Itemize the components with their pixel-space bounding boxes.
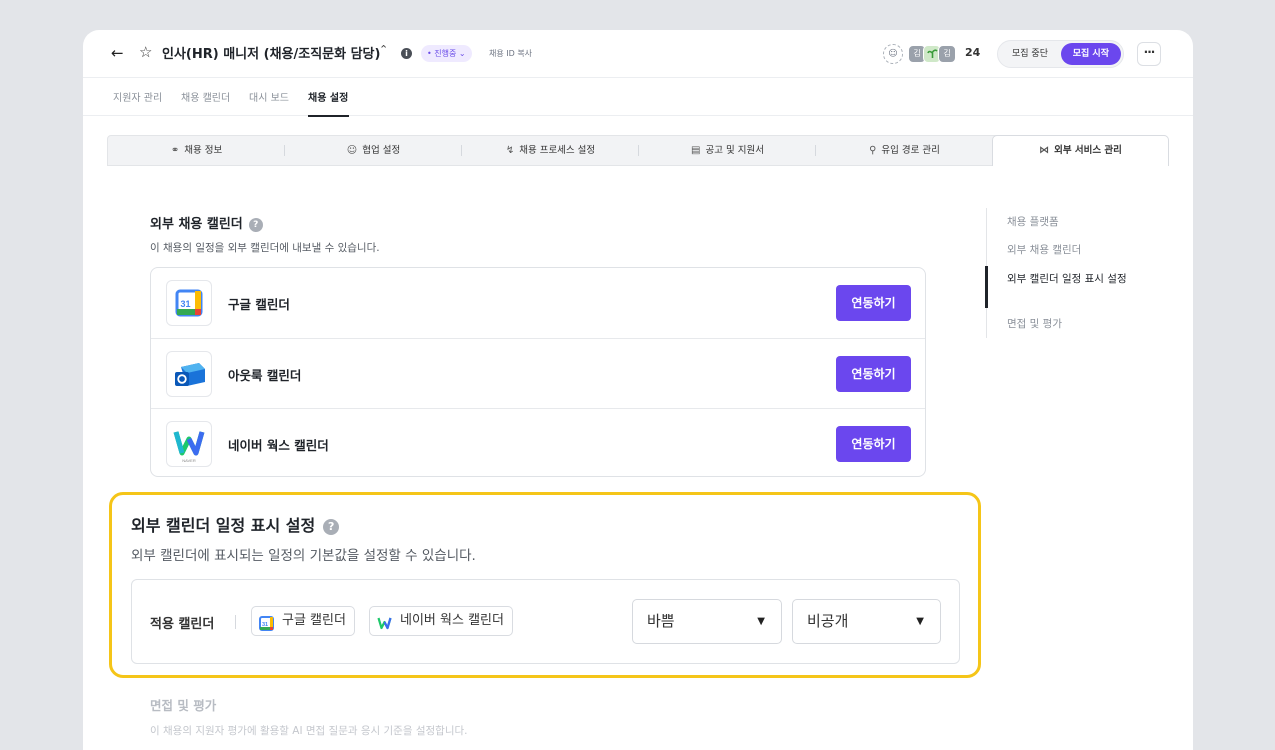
google-calendar-icon: 31	[166, 280, 212, 326]
svg-text:31: 31	[262, 622, 268, 628]
outlook-icon	[166, 351, 212, 397]
list-item: NAVER 네이버 웍스 캘린더 연동하기	[151, 408, 925, 478]
tab-dashboard[interactable]: 대시 보드	[249, 89, 289, 104]
top-tabs: 지원자 관리 채용 캘린더 대시 보드 채용 설정	[83, 78, 1193, 116]
naver-works-icon: NAVER	[166, 421, 212, 467]
calendar-name: 네이버 웍스 캘린더	[228, 438, 329, 453]
avatar-group[interactable]: 김 김	[908, 45, 956, 63]
arrow-left-icon[interactable]: ←	[111, 45, 127, 61]
side-nav-item[interactable]: 채용 플랫폼	[1007, 214, 1127, 230]
globe-icon: ⚭	[170, 145, 180, 156]
active-nav-indicator	[985, 266, 988, 308]
help-icon[interactable]: ?	[323, 518, 340, 535]
section-tab-posting[interactable]: ▤ 공고 및 지원서	[639, 136, 816, 165]
section-tab-collab[interactable]: ☺ 협업 설정	[285, 136, 462, 165]
svg-text:NAVER: NAVER	[182, 458, 196, 463]
caret-down-icon: ▼	[757, 616, 765, 627]
section-tab-process[interactable]: ↯ 채용 프로세스 설정	[462, 136, 639, 165]
section-description: 이 채용의 일정을 외부 캘린더에 내보낼 수 있습니다.	[150, 242, 380, 254]
caret-down-icon: ▼	[916, 616, 924, 627]
apply-calendar-box: 적용 캘린더 31 구글 캘린더 네이버 웍스 캘린더 바쁨 ▼ 비공개 ▼	[131, 579, 960, 664]
section-title: 외부 캘린더 일정 표시 설정?	[131, 512, 340, 536]
page-title: 인사(HR) 매니저 (채용/조직문화 담당)	[162, 47, 381, 62]
apply-calendar-label: 적용 캘린더	[150, 617, 215, 632]
svg-text:31: 31	[180, 299, 190, 309]
document-icon: ▤	[691, 145, 701, 156]
start-recruit-button[interactable]: 모집 시작	[1060, 43, 1121, 65]
google-calendar-icon: 31	[259, 614, 274, 631]
section-description: 외부 캘린더에 표시되는 일정의 기본값을 설정할 수 있습니다.	[131, 548, 476, 564]
chip-naver-works[interactable]: 네이버 웍스 캘린더	[369, 606, 513, 636]
tab-settings[interactable]: 채용 설정	[308, 89, 348, 104]
connect-outlook-button[interactable]: 연동하기	[836, 356, 911, 392]
recruit-toggle: 모집 중단 모집 시작	[997, 40, 1124, 68]
divider	[235, 615, 236, 629]
settings-section-tabs: ⚭ 채용 정보 ☺ 협업 설정 ↯ 채용 프로세스 설정 ▤ 공고 및 지원서 ⚲ 유입 …	[107, 135, 1169, 166]
connect-naver-button[interactable]: 연동하기	[836, 426, 911, 462]
connect-google-button[interactable]: 연동하기	[836, 285, 911, 321]
more-icon[interactable]: ···	[1137, 42, 1161, 66]
section-description: 이 채용의 지원자 평가에 활용할 AI 면접 질문과 응시 기준을 설정합니다…	[150, 725, 468, 737]
active-tab-indicator	[308, 115, 349, 117]
section-tab-channels[interactable]: ⚲ 유입 경로 관리	[816, 136, 993, 165]
member-count: 24	[965, 46, 981, 59]
list-item: 31 구글 캘린더 연동하기	[151, 268, 925, 338]
section-tab-info[interactable]: ⚭ 채용 정보	[108, 136, 285, 165]
calendar-name: 아웃룩 캘린더	[228, 368, 302, 383]
section-side-nav: 채용 플랫폼 외부 채용 캘린더 외부 캘린더 일정 표시 설정 면접 및 평가	[985, 208, 1136, 338]
page-header: ← ☆ 인사(HR) 매니저 (채용/조직문화 담당) ⌃ i • 진행중 ⌄ …	[83, 30, 1193, 78]
star-outline-icon[interactable]: ☆	[139, 44, 152, 60]
chevron-up-icon[interactable]: ⌃	[379, 43, 388, 56]
side-nav-item-active[interactable]: 외부 캘린더 일정 표시 설정	[1007, 271, 1127, 287]
calendar-list: 31 구글 캘린더 연동하기 아웃룩 캘린더 연동하기 NAVER 네이버 웍스…	[150, 267, 926, 477]
side-nav-item[interactable]: 외부 채용 캘린더	[1007, 242, 1127, 258]
stop-recruit-button[interactable]: 모집 중단	[1004, 41, 1056, 67]
side-nav-item[interactable]: 면접 및 평가	[1007, 316, 1127, 332]
calendar-name: 구글 캘린더	[228, 297, 290, 312]
visibility-select[interactable]: 비공개 ▼	[792, 599, 941, 644]
flow-icon: ⚲	[869, 145, 877, 156]
tab-calendar[interactable]: 채용 캘린더	[181, 89, 230, 104]
tab-applicants[interactable]: 지원자 관리	[113, 89, 162, 104]
copy-id-link[interactable]: 채용 ID 복사	[489, 48, 532, 59]
avatar: 김	[938, 45, 956, 63]
section-tab-external[interactable]: ⋈ 외부 서비스 관리	[992, 135, 1169, 166]
people-icon: ☺	[346, 145, 358, 156]
chip-google[interactable]: 31 구글 캘린더	[251, 606, 355, 636]
share-icon: ⋈	[1039, 145, 1050, 156]
list-item: 아웃룩 캘린더 연동하기	[151, 338, 925, 408]
lightning-icon: ↯	[505, 145, 515, 156]
section-title: 면접 및 평가	[150, 698, 217, 713]
app-window: ← ☆ 인사(HR) 매니저 (채용/조직문화 담당) ⌃ i • 진행중 ⌄ …	[83, 30, 1193, 750]
busy-status-select[interactable]: 바쁨 ▼	[632, 599, 782, 644]
section-title: 외부 채용 캘린더?	[150, 213, 263, 232]
add-member-icon[interactable]: ☺	[883, 44, 903, 64]
help-icon[interactable]: ?	[248, 217, 263, 232]
naver-works-icon	[377, 614, 392, 630]
status-badge[interactable]: • 진행중 ⌄	[421, 45, 472, 62]
info-icon[interactable]: i	[401, 48, 412, 59]
